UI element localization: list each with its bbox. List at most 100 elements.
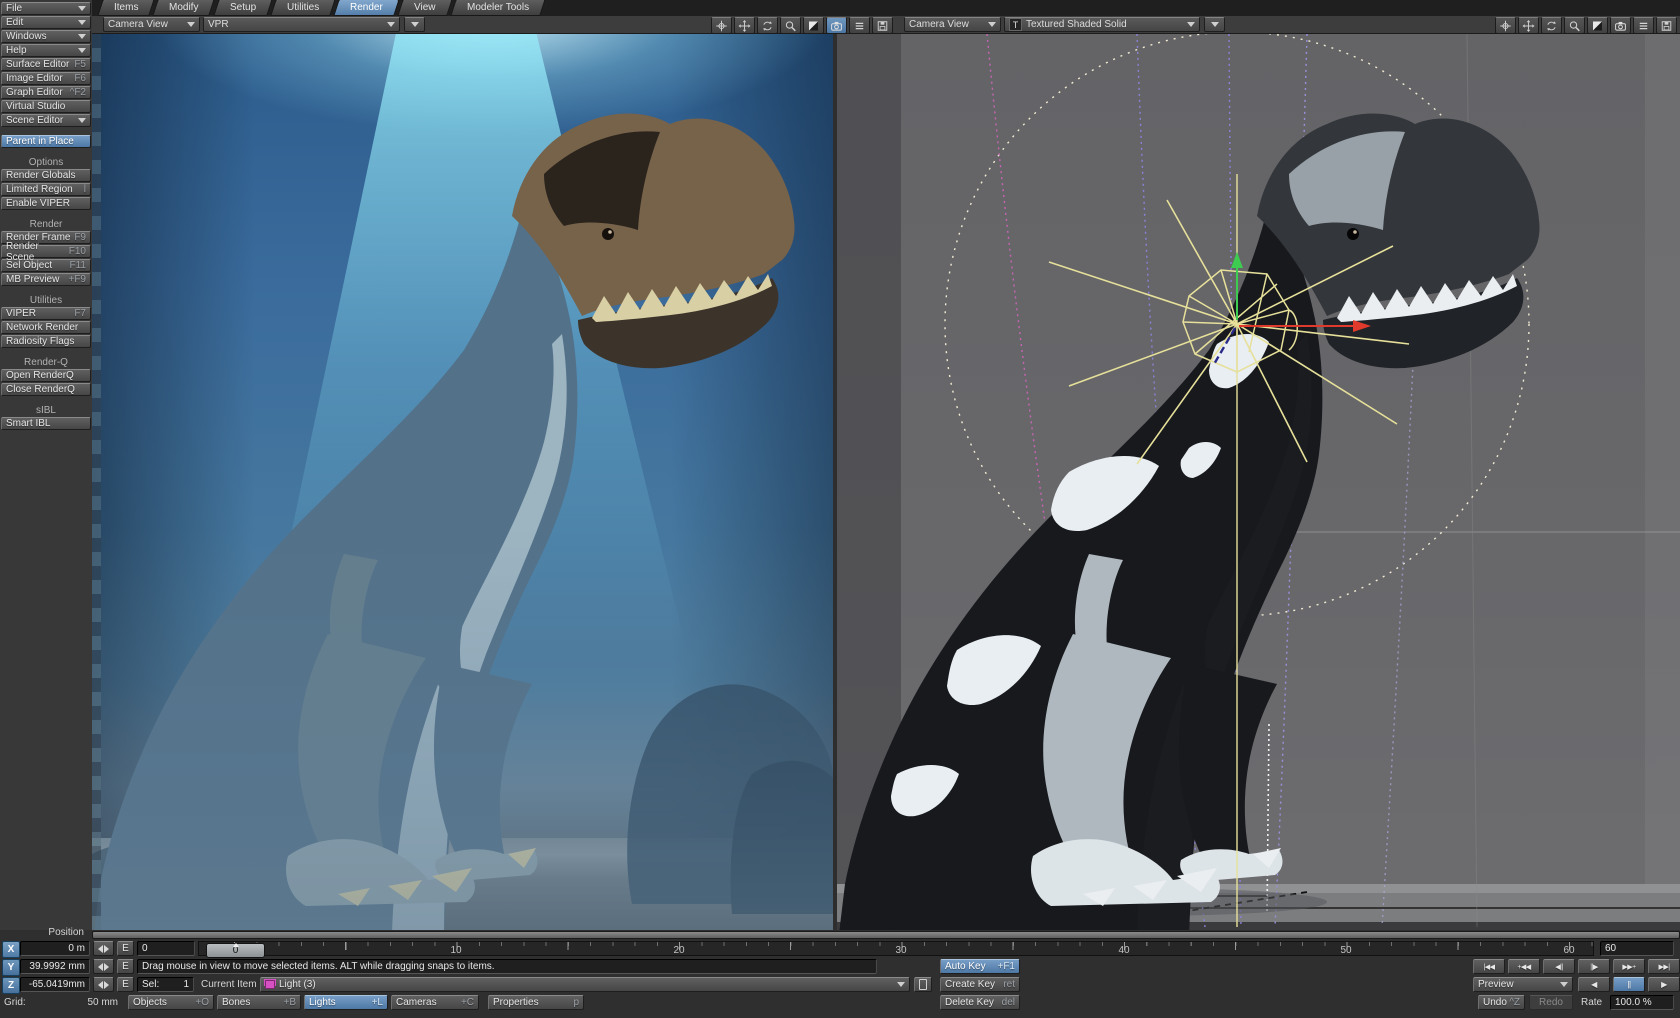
go-end-button[interactable]: ▶▶| — [1648, 959, 1680, 974]
z-value-field[interactable]: -65.0419mm — [20, 977, 90, 992]
section-title-utilities: Utilities — [0, 295, 92, 306]
right-viewport-tools — [1495, 17, 1677, 34]
rate-field[interactable]: 100.0 % — [1610, 995, 1674, 1010]
z-envelope-button[interactable]: E — [117, 977, 134, 992]
save-icon[interactable] — [872, 17, 893, 34]
right-viewport-options-dropdown[interactable] — [1204, 17, 1225, 32]
tab-modify[interactable]: Modify — [153, 0, 216, 16]
move-icon[interactable] — [1518, 17, 1539, 34]
timeline-ruler[interactable]: 10 20 30 40 50 60 0 — [198, 941, 1594, 956]
y-stepper[interactable] — [93, 959, 114, 974]
y-axis-chip[interactable]: Y — [2, 959, 20, 976]
play-reverse-button[interactable]: ◀ — [1578, 977, 1610, 992]
right-view-mode-dropdown[interactable]: Camera View — [904, 17, 1001, 32]
minimize-icon[interactable] — [1587, 17, 1608, 34]
left-view-mode-dropdown[interactable]: Camera View — [103, 17, 200, 32]
limited-region-button[interactable]: Limited Regionl — [1, 183, 91, 196]
menu-file[interactable]: File — [1, 2, 91, 15]
menu-help[interactable]: Help — [1, 44, 91, 57]
parent-in-place-button[interactable]: Parent in Place — [1, 135, 91, 148]
sel-object-button[interactable]: Sel ObjectF11 — [1, 259, 91, 272]
virtual-studio-button[interactable]: Virtual Studio — [1, 100, 91, 113]
pan-icon[interactable] — [711, 17, 732, 34]
tab-utilities[interactable]: Utilities — [270, 0, 336, 16]
properties-icon — [919, 979, 927, 990]
zoom-icon[interactable] — [780, 17, 801, 34]
redo-button[interactable]: Redo — [1529, 995, 1573, 1010]
play-button[interactable]: ▶ — [1648, 977, 1680, 992]
current-item-dropdown[interactable]: Light (3) — [260, 977, 910, 992]
bottom-control-area: Position X 0 m E 0 10 20 30 40 50 60 0 6… — [0, 930, 1680, 1018]
minimize-icon[interactable] — [803, 17, 824, 34]
x-envelope-button[interactable]: E — [117, 941, 134, 956]
viewport-scrollbar[interactable] — [92, 931, 1680, 939]
mode-objects-button[interactable]: Objects+O — [128, 995, 214, 1010]
mode-properties-button[interactable]: Propertiesp — [488, 995, 584, 1010]
prev-key-button[interactable]: +◀◀ — [1508, 959, 1540, 974]
network-render-button[interactable]: Network Render — [1, 321, 91, 334]
status-message: Drag mouse in view to move selected item… — [137, 959, 877, 974]
menu-edit[interactable]: Edit — [1, 16, 91, 29]
render-globals-button[interactable]: Render Globals — [1, 169, 91, 182]
tab-modeler-tools[interactable]: Modeler Tools — [450, 0, 546, 16]
next-key-button[interactable]: ▶▶+ — [1613, 959, 1645, 974]
render-scene-button[interactable]: Render SceneF10 — [1, 245, 91, 258]
step-back-button[interactable]: ◀|| — [1543, 959, 1575, 974]
create-key-button[interactable]: Create Keyret — [940, 977, 1020, 992]
enable-viper-button[interactable]: Enable VIPER — [1, 197, 91, 210]
right-viewport-shaded[interactable] — [837, 34, 1680, 930]
tab-render[interactable]: Render — [334, 0, 400, 16]
x-value-field[interactable]: 0 m — [20, 941, 90, 956]
camera-icon[interactable] — [1610, 17, 1631, 34]
x-axis-chip[interactable]: X — [2, 941, 20, 958]
left-shading-dropdown[interactable]: VPR — [203, 17, 400, 32]
chevron-down-icon — [387, 22, 395, 27]
rotate-icon[interactable] — [1541, 17, 1562, 34]
auto-key-button[interactable]: Auto Key+F1 — [940, 959, 1020, 974]
surface-editor-button[interactable]: Surface EditorF5 — [1, 58, 91, 71]
timeline-slider-knob[interactable]: 0 — [206, 943, 265, 958]
radiosity-flags-button[interactable]: Radiosity Flags — [1, 335, 91, 348]
zoom-icon[interactable] — [1564, 17, 1585, 34]
y-envelope-button[interactable]: E — [117, 959, 134, 974]
mb-preview-button[interactable]: MB Preview+F9 — [1, 273, 91, 286]
tab-view[interactable]: View — [397, 0, 452, 16]
scene-editor-button[interactable]: Scene Editor — [1, 114, 91, 127]
mode-lights-button[interactable]: Lights+L — [304, 995, 388, 1010]
rotate-icon[interactable] — [757, 17, 778, 34]
camera-icon[interactable] — [826, 17, 847, 34]
z-axis-chip[interactable]: Z — [2, 977, 20, 994]
delete-key-button[interactable]: Delete Keydel — [940, 995, 1020, 1010]
go-start-button[interactable]: |◀◀ — [1473, 959, 1505, 974]
graph-editor-button[interactable]: Graph Editor^F2 — [1, 86, 91, 99]
move-icon[interactable] — [734, 17, 755, 34]
viper-button[interactable]: VIPERF7 — [1, 307, 91, 320]
left-viewport-options-dropdown[interactable] — [404, 17, 425, 32]
tab-setup[interactable]: Setup — [213, 0, 273, 16]
z-stepper[interactable] — [93, 977, 114, 992]
smart-ibl-button[interactable]: Smart IBL — [1, 417, 91, 430]
save-icon[interactable] — [1656, 17, 1677, 34]
right-shading-dropdown[interactable]: TTextured Shaded Solid — [1004, 17, 1200, 32]
list-icon[interactable] — [849, 17, 870, 34]
close-renderq-button[interactable]: Close RenderQ — [1, 383, 91, 396]
pause-button[interactable]: || — [1613, 977, 1645, 992]
step-forward-button[interactable]: ||▶ — [1578, 959, 1610, 974]
grid-label: Grid: — [4, 995, 26, 1010]
image-editor-button[interactable]: Image EditorF6 — [1, 72, 91, 85]
mode-bones-button[interactable]: Bones+B — [217, 995, 301, 1010]
mode-cameras-button[interactable]: Cameras+C — [391, 995, 479, 1010]
open-renderq-button[interactable]: Open RenderQ — [1, 369, 91, 382]
y-value-field[interactable]: 39.9992 mm — [20, 959, 90, 974]
list-icon[interactable] — [1633, 17, 1654, 34]
pan-icon[interactable] — [1495, 17, 1516, 34]
tab-items[interactable]: Items — [97, 0, 155, 16]
menu-windows[interactable]: Windows — [1, 30, 91, 43]
item-properties-button[interactable] — [914, 977, 932, 992]
x-stepper[interactable] — [93, 941, 114, 956]
undo-button[interactable]: Undo^Z — [1478, 995, 1525, 1010]
left-viewport-vpr[interactable] — [92, 34, 833, 930]
preview-dropdown[interactable]: Preview — [1473, 977, 1573, 992]
frame-start-field[interactable]: 0 — [137, 941, 195, 956]
frame-end-field[interactable]: 60 — [1600, 941, 1674, 956]
